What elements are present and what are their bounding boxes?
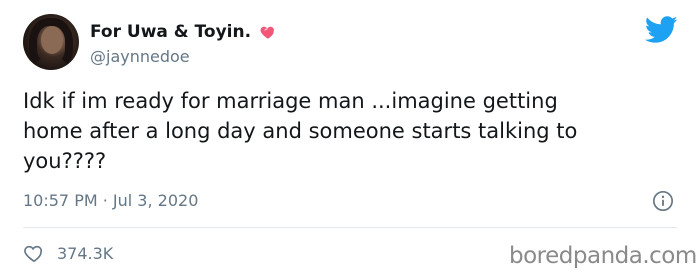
- twitter-bird-icon[interactable]: [645, 16, 678, 44]
- info-icon[interactable]: [652, 190, 674, 212]
- heart-outline-icon[interactable]: [23, 243, 45, 263]
- display-name[interactable]: For Uwa & Toyin.: [90, 22, 251, 42]
- tweet-text: Idk if im ready for marriage man ...imag…: [23, 89, 578, 173]
- avatar-face: [41, 26, 63, 54]
- sparkling-heart-icon: [260, 26, 275, 39]
- watermark: boredpanda.com: [509, 243, 697, 269]
- tweet-timestamp[interactable]: 10:57 PM · Jul 3, 2020: [23, 191, 198, 210]
- like-count: 374.3K: [57, 243, 114, 263]
- avatar[interactable]: [23, 14, 79, 70]
- divider: [23, 227, 677, 228]
- like-action[interactable]: 374.3K: [23, 243, 113, 263]
- name-row: For Uwa & Toyin.: [90, 22, 277, 42]
- user-handle[interactable]: @jaynnedoe: [90, 47, 190, 66]
